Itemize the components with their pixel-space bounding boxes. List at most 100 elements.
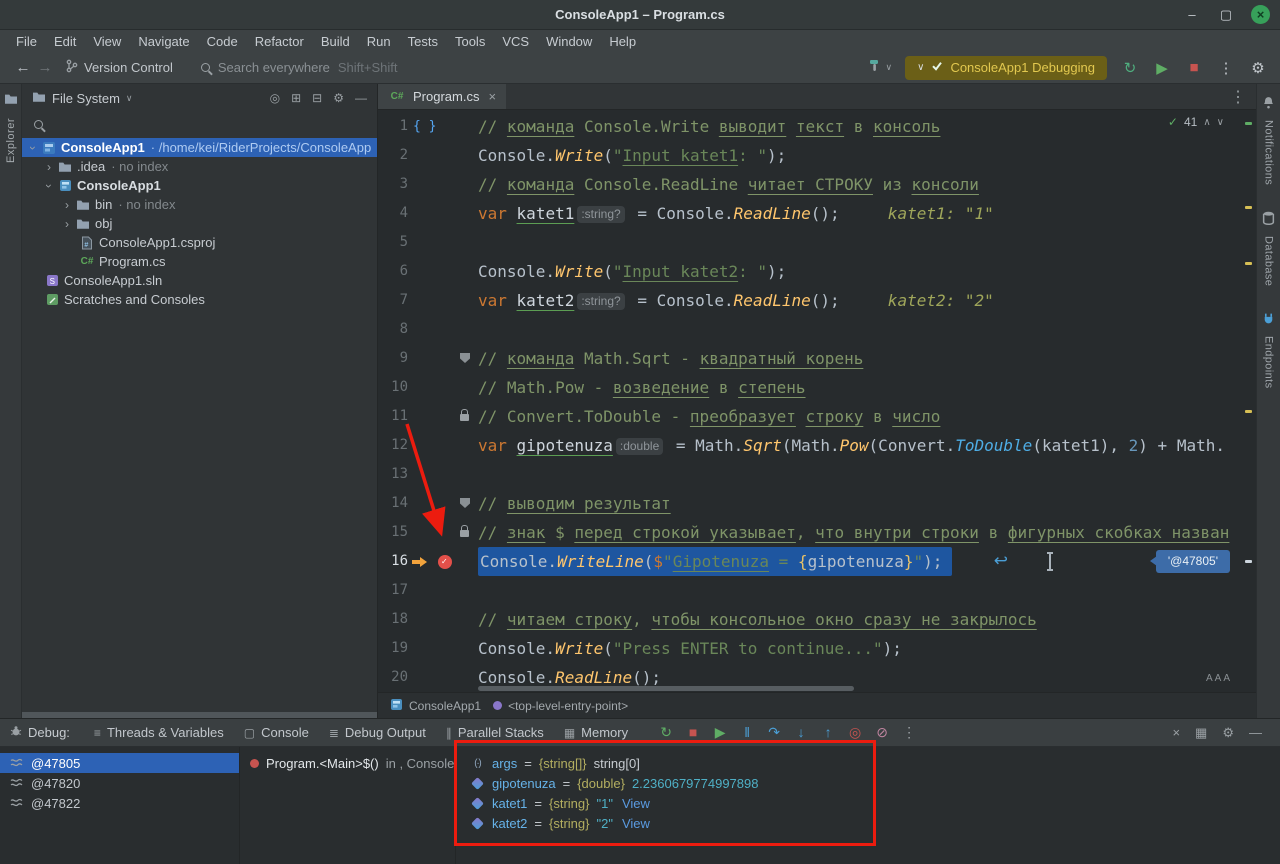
- editor-line-9[interactable]: 9// команда Math.Sqrt - квадратный корен…: [378, 344, 1256, 373]
- forward-icon[interactable]: →: [34, 59, 56, 76]
- prev-issue-icon[interactable]: ∧: [1203, 117, 1210, 128]
- menu-help[interactable]: Help: [601, 33, 644, 50]
- editor-gutter[interactable]: [408, 431, 478, 460]
- tree-item-consoleapp1-csproj[interactable]: #ConsoleApp1.csproj: [22, 233, 377, 252]
- explorer-scrollbar[interactable]: [22, 712, 377, 718]
- code-area[interactable]: 1{ }// команда Console.Write выводит тек…: [378, 110, 1256, 692]
- editor-line-4[interactable]: 4var katet1:string? = Console.ReadLine()…: [378, 199, 1256, 228]
- error-stripe[interactable]: [1242, 110, 1256, 692]
- step-over-icon[interactable]: ↷: [762, 724, 786, 741]
- editor-gutter[interactable]: [408, 344, 478, 373]
- editor-gutter[interactable]: { }: [408, 112, 478, 141]
- restart-debug-icon[interactable]: ↻: [1120, 59, 1140, 77]
- editor-line-13[interactable]: 13: [378, 460, 1256, 489]
- tool-strip-endpoints[interactable]: Endpoints: [1262, 312, 1275, 389]
- tree-item-consoleapp1-sln[interactable]: SConsoleApp1.sln: [22, 271, 377, 290]
- hide-icon[interactable]: —: [1249, 725, 1262, 741]
- collapse-all-icon[interactable]: ⊟: [312, 91, 322, 105]
- thread-item[interactable]: @47820: [0, 773, 239, 793]
- menu-window[interactable]: Window: [538, 33, 600, 50]
- variable-row-katet2[interactable]: katet2={string}"2"View: [456, 813, 1280, 833]
- options-icon[interactable]: ⚙: [333, 91, 344, 105]
- editor-line-5[interactable]: 5: [378, 228, 1256, 257]
- tree-item-consoleapp1[interactable]: ›ConsoleApp1· /home/kei/RiderProjects/Co…: [22, 138, 377, 157]
- next-issue-icon[interactable]: ∨: [1217, 117, 1224, 128]
- run-icon[interactable]: ▶: [1152, 59, 1172, 77]
- minimize-button[interactable]: –: [1183, 7, 1201, 22]
- search-everywhere[interactable]: Search everywhere Shift+Shift: [201, 60, 398, 75]
- editor-line-1[interactable]: 1{ }// команда Console.Write выводит тек…: [378, 112, 1256, 141]
- explorer-view-title[interactable]: File System: [52, 91, 120, 106]
- chevron-right-icon[interactable]: ›: [60, 198, 74, 212]
- menu-refactor[interactable]: Refactor: [247, 33, 312, 50]
- tool-strip-notifications[interactable]: Notifications: [1262, 96, 1275, 185]
- variable-row-gipotenuza[interactable]: gipotenuza={double}2.2360679774997898: [456, 773, 1280, 793]
- menu-run[interactable]: Run: [359, 33, 399, 50]
- fold-marker-icon[interactable]: [460, 353, 470, 363]
- locate-icon[interactable]: ◎: [270, 91, 280, 105]
- thread-item[interactable]: @47805: [0, 753, 239, 773]
- editor-line-11[interactable]: 11// Convert.ToDouble - преобразует стро…: [378, 402, 1256, 431]
- editor-gutter[interactable]: [408, 663, 478, 692]
- close-tab-icon[interactable]: ×: [488, 89, 496, 104]
- version-control-widget[interactable]: Version Control: [66, 59, 173, 76]
- chevron-down-icon[interactable]: ›: [26, 141, 40, 155]
- build-hammer-icon[interactable]: ∨: [868, 58, 893, 77]
- scrollbar-mark[interactable]: [1245, 560, 1252, 563]
- scrollbar-mark[interactable]: [1245, 410, 1252, 413]
- editor-line-14[interactable]: 14// выводим результат: [378, 489, 1256, 518]
- editor-line-10[interactable]: 10// Math.Pow - возведение в степень: [378, 373, 1256, 402]
- variable-row-args[interactable]: (∙)args={string[]}string[0]: [456, 753, 1280, 773]
- tab-threads-variables[interactable]: ≡Threads & Variables: [84, 719, 234, 746]
- editor-gutter[interactable]: [408, 257, 478, 286]
- editor-gutter[interactable]: [408, 228, 478, 257]
- tree-item-obj[interactable]: ›obj: [22, 214, 377, 233]
- close-icon[interactable]: ×: [1172, 725, 1180, 741]
- fold-marker-icon[interactable]: [460, 498, 470, 508]
- scrollbar-mark[interactable]: [1245, 122, 1252, 125]
- menu-build[interactable]: Build: [313, 33, 358, 50]
- scrollbar-mark[interactable]: [1245, 262, 1252, 265]
- editor-gutter[interactable]: [408, 605, 478, 634]
- editor-line-19[interactable]: 19Console.Write("Press ENTER to continue…: [378, 634, 1256, 663]
- menu-code[interactable]: Code: [199, 33, 246, 50]
- stop-icon[interactable]: ■: [1184, 59, 1204, 76]
- menu-navigate[interactable]: Navigate: [130, 33, 197, 50]
- tree-item-bin[interactable]: ›bin· no index: [22, 195, 377, 214]
- editor-gutter[interactable]: [408, 634, 478, 663]
- chevron-right-icon[interactable]: ›: [42, 160, 56, 174]
- pause-icon[interactable]: ‖: [735, 724, 759, 741]
- editor-line-8[interactable]: 8: [378, 315, 1256, 344]
- menu-tools[interactable]: Tools: [447, 33, 493, 50]
- more-options-icon[interactable]: ⋮: [1216, 59, 1236, 77]
- editor-gutter[interactable]: [408, 199, 478, 228]
- editor-line-7[interactable]: 7var katet2:string? = Console.ReadLine()…: [378, 286, 1256, 315]
- run-config-chip[interactable]: ∨ ConsoleApp1 Debugging: [905, 56, 1107, 80]
- view-link[interactable]: View: [622, 796, 650, 811]
- thread-item[interactable]: @47822: [0, 793, 239, 813]
- tree-item-idea[interactable]: ›.idea· no index: [22, 157, 377, 176]
- settings-icon[interactable]: ⚙: [1222, 725, 1234, 741]
- settings-icon[interactable]: ⚙: [1248, 59, 1268, 77]
- menu-vcs[interactable]: VCS: [494, 33, 537, 50]
- tab-console[interactable]: ▢Console: [234, 719, 319, 746]
- jump-to-source-icon[interactable]: ↩: [994, 547, 1008, 576]
- debug-tool-window-label[interactable]: Debug:: [10, 725, 70, 740]
- tab-debug-output[interactable]: ≣Debug Output: [319, 719, 436, 746]
- step-into-icon[interactable]: ↓: [789, 724, 813, 741]
- editor-gutter[interactable]: [408, 402, 478, 431]
- tool-strip-database[interactable]: Database: [1262, 211, 1275, 286]
- editor-gutter[interactable]: [408, 489, 478, 518]
- chevron-right-icon[interactable]: ›: [60, 217, 74, 231]
- editor-gutter[interactable]: [408, 576, 478, 605]
- view-link[interactable]: View: [622, 816, 650, 831]
- chevron-down-icon[interactable]: ∨: [126, 93, 133, 104]
- editor-line-2[interactable]: 2Console.Write("Input katet1: ");: [378, 141, 1256, 170]
- tree-item-program-cs[interactable]: C#Program.cs: [22, 252, 377, 271]
- tree-item-scratches-and-consoles[interactable]: Scratches and Consoles: [22, 290, 377, 309]
- editor-line-6[interactable]: 6Console.Write("Input katet2: ");: [378, 257, 1256, 286]
- tab-parallel-stacks[interactable]: ∥Parallel Stacks: [436, 719, 554, 746]
- close-button[interactable]: ×: [1251, 5, 1270, 24]
- editor-gutter[interactable]: [408, 286, 478, 315]
- tab-memory[interactable]: ▦Memory: [554, 719, 638, 746]
